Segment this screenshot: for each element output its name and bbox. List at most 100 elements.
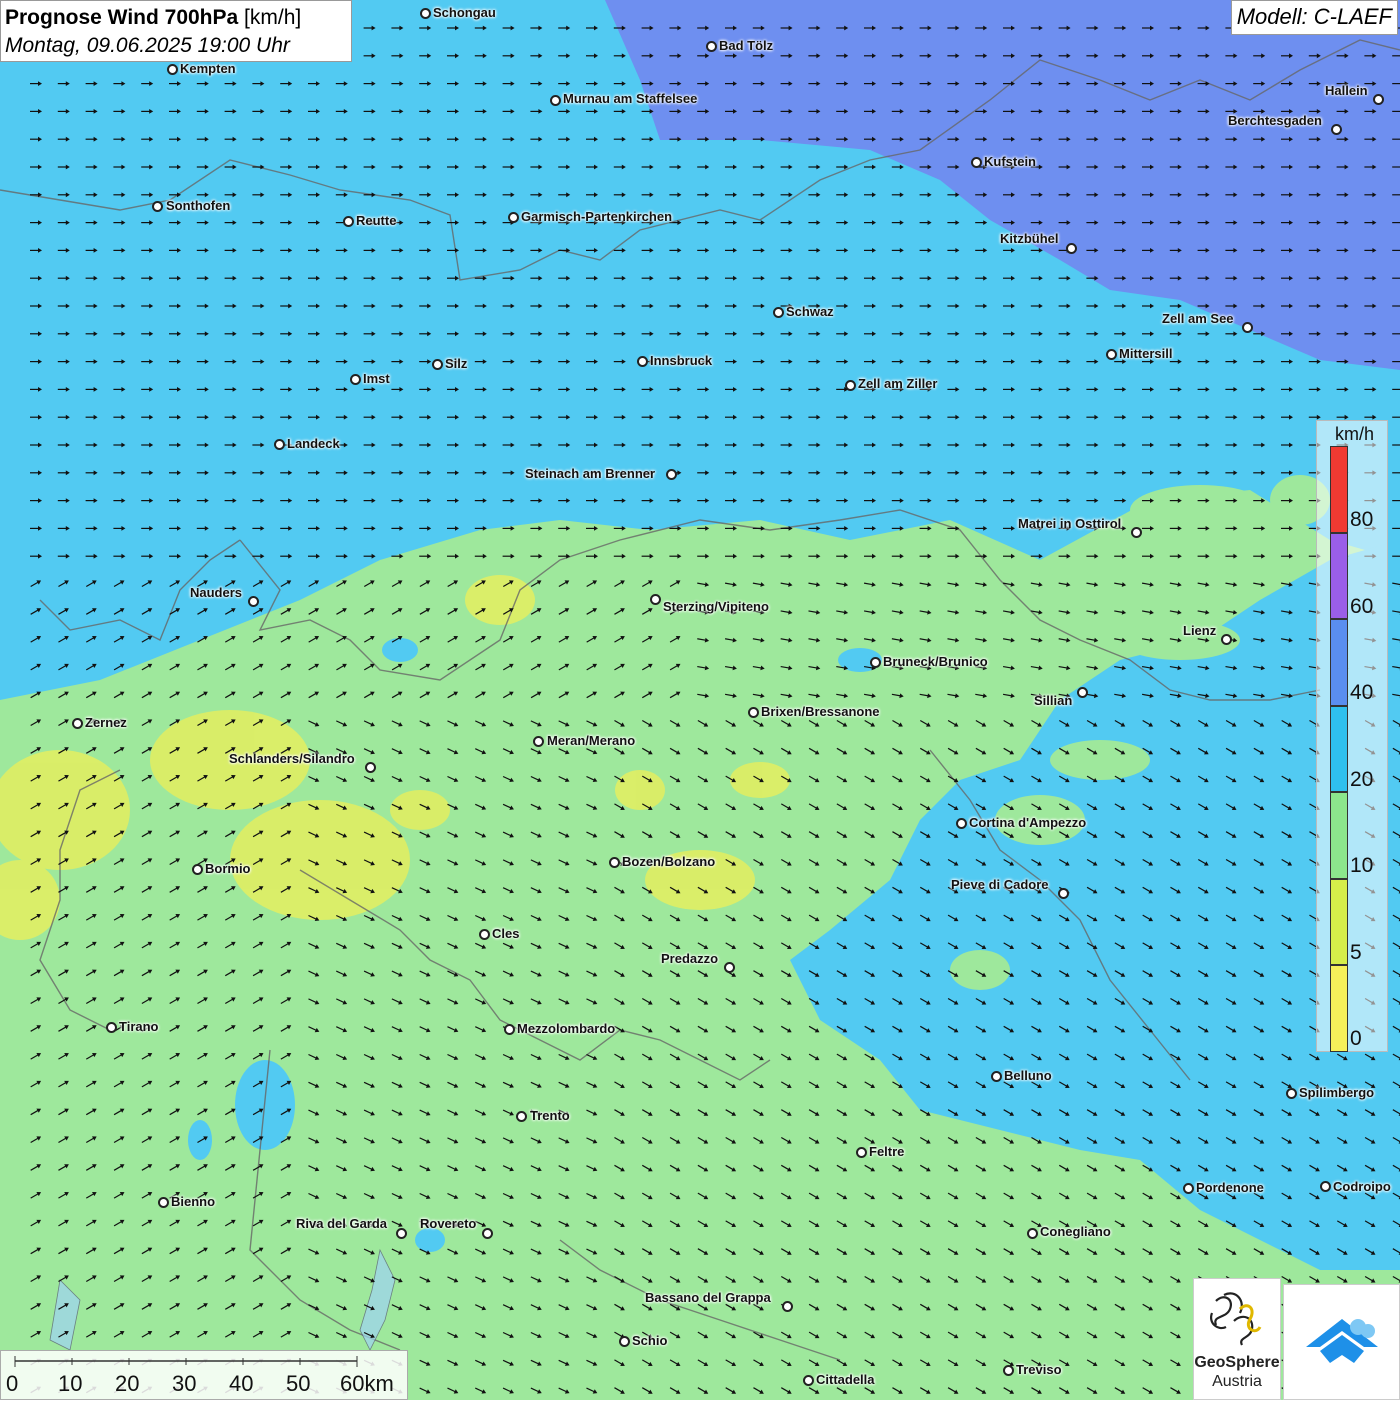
city-label[interactable]: Conegliano [1040,1224,1111,1239]
city-label[interactable]: Sonthofen [166,198,230,213]
city-label[interactable]: Matrei in Osttirol [1018,516,1121,531]
city-marker[interactable] [1221,634,1232,645]
city-label[interactable]: Zernez [85,715,127,730]
city-marker[interactable] [845,380,856,391]
city-label[interactable]: Meran/Merano [547,733,635,748]
city-marker[interactable] [856,1147,867,1158]
city-marker[interactable] [637,356,648,367]
city-label[interactable]: Tirano [119,1019,159,1034]
city-label[interactable]: Kufstein [984,154,1036,169]
city-marker[interactable] [343,216,354,227]
city-marker[interactable] [870,657,881,668]
city-label[interactable]: Belluno [1004,1068,1052,1083]
city-marker[interactable] [482,1228,493,1239]
city-marker[interactable] [1066,243,1077,254]
weather-app-logo-box[interactable] [1283,1284,1400,1400]
city-marker[interactable] [706,41,717,52]
city-marker[interactable] [350,374,361,385]
city-label[interactable]: Bruneck/Brunico [883,654,988,669]
city-marker[interactable] [1131,527,1142,538]
city-marker[interactable] [971,157,982,168]
city-label[interactable]: Schlanders/Silandro [229,751,355,766]
city-label[interactable]: Trento [530,1108,570,1123]
city-marker[interactable] [650,594,661,605]
city-label[interactable]: Predazzo [661,951,718,966]
city-label[interactable]: Cles [492,926,519,941]
city-marker[interactable] [1286,1088,1297,1099]
city-label[interactable]: Sillian [1034,693,1072,708]
city-label[interactable]: Bormio [205,861,251,876]
city-marker[interactable] [724,962,735,973]
city-label[interactable]: Pieve di Cadore [951,877,1049,892]
city-marker[interactable] [365,762,376,773]
city-label[interactable]: Brixen/Bressanone [761,704,880,719]
city-marker[interactable] [106,1022,117,1033]
city-marker[interactable] [516,1111,527,1122]
city-marker[interactable] [420,8,431,19]
city-label[interactable]: Bassano del Grappa [645,1290,771,1305]
city-marker[interactable] [396,1228,407,1239]
city-marker[interactable] [956,818,967,829]
city-marker[interactable] [1003,1365,1014,1376]
city-marker[interactable] [158,1197,169,1208]
city-marker[interactable] [479,929,490,940]
city-marker[interactable] [1027,1228,1038,1239]
city-label[interactable]: Feltre [869,1144,904,1159]
city-marker[interactable] [991,1071,1002,1082]
city-marker[interactable] [619,1336,630,1347]
city-label[interactable]: Imst [363,371,390,386]
city-label[interactable]: Sterzing/Vipiteno [663,599,769,614]
city-label[interactable]: Codroipo [1333,1179,1391,1194]
city-marker[interactable] [609,857,620,868]
city-label[interactable]: Kempten [180,61,236,76]
city-label[interactable]: Lienz [1183,623,1216,638]
city-label[interactable]: Pordenone [1196,1180,1264,1195]
city-label[interactable]: Schongau [433,5,496,20]
city-marker[interactable] [666,469,677,480]
city-label[interactable]: Zell am Ziller [858,376,937,391]
city-label[interactable]: Mittersill [1119,346,1172,361]
city-marker[interactable] [504,1024,515,1035]
city-label[interactable]: Hallein [1325,83,1368,98]
city-label[interactable]: Murnau am Staffelsee [563,91,697,106]
city-marker[interactable] [533,736,544,747]
city-marker[interactable] [1331,124,1342,135]
city-label[interactable]: Bozen/Bolzano [622,854,715,869]
city-marker[interactable] [508,212,519,223]
city-marker[interactable] [432,359,443,370]
city-label[interactable]: Kitzbühel [1000,231,1059,246]
city-marker[interactable] [1077,687,1088,698]
city-marker[interactable] [1183,1183,1194,1194]
city-marker[interactable] [1058,888,1069,899]
city-marker[interactable] [152,201,163,212]
city-label[interactable]: Riva del Garda [296,1216,387,1231]
city-label[interactable]: Cittadella [816,1372,875,1387]
city-marker[interactable] [1106,349,1117,360]
city-marker[interactable] [782,1301,793,1312]
city-marker[interactable] [167,64,178,75]
city-label[interactable]: Schwaz [786,304,834,319]
city-label[interactable]: Schio [632,1333,667,1348]
city-label[interactable]: Garmisch-Partenkirchen [521,209,672,224]
city-label[interactable]: Reutte [356,213,396,228]
city-marker[interactable] [1320,1181,1331,1192]
city-marker[interactable] [248,596,259,607]
city-marker[interactable] [1242,322,1253,333]
city-label[interactable]: Steinach am Brenner [525,466,655,481]
city-label[interactable]: Spilimbergo [1299,1085,1374,1100]
city-label[interactable]: Bad Tölz [719,38,773,53]
city-label[interactable]: Nauders [190,585,242,600]
city-label[interactable]: Zell am See [1162,311,1234,326]
city-marker[interactable] [192,864,203,875]
city-marker[interactable] [773,307,784,318]
city-label[interactable]: Silz [445,356,467,371]
city-marker[interactable] [748,707,759,718]
city-marker[interactable] [72,718,83,729]
city-label[interactable]: Berchtesgaden [1228,113,1322,128]
city-marker[interactable] [550,95,561,106]
city-label[interactable]: Innsbruck [650,353,712,368]
city-marker[interactable] [274,439,285,450]
city-marker[interactable] [1373,94,1384,105]
city-label[interactable]: Mezzolombardo [517,1021,615,1036]
city-label[interactable]: Cortina d'Ampezzo [969,815,1086,830]
